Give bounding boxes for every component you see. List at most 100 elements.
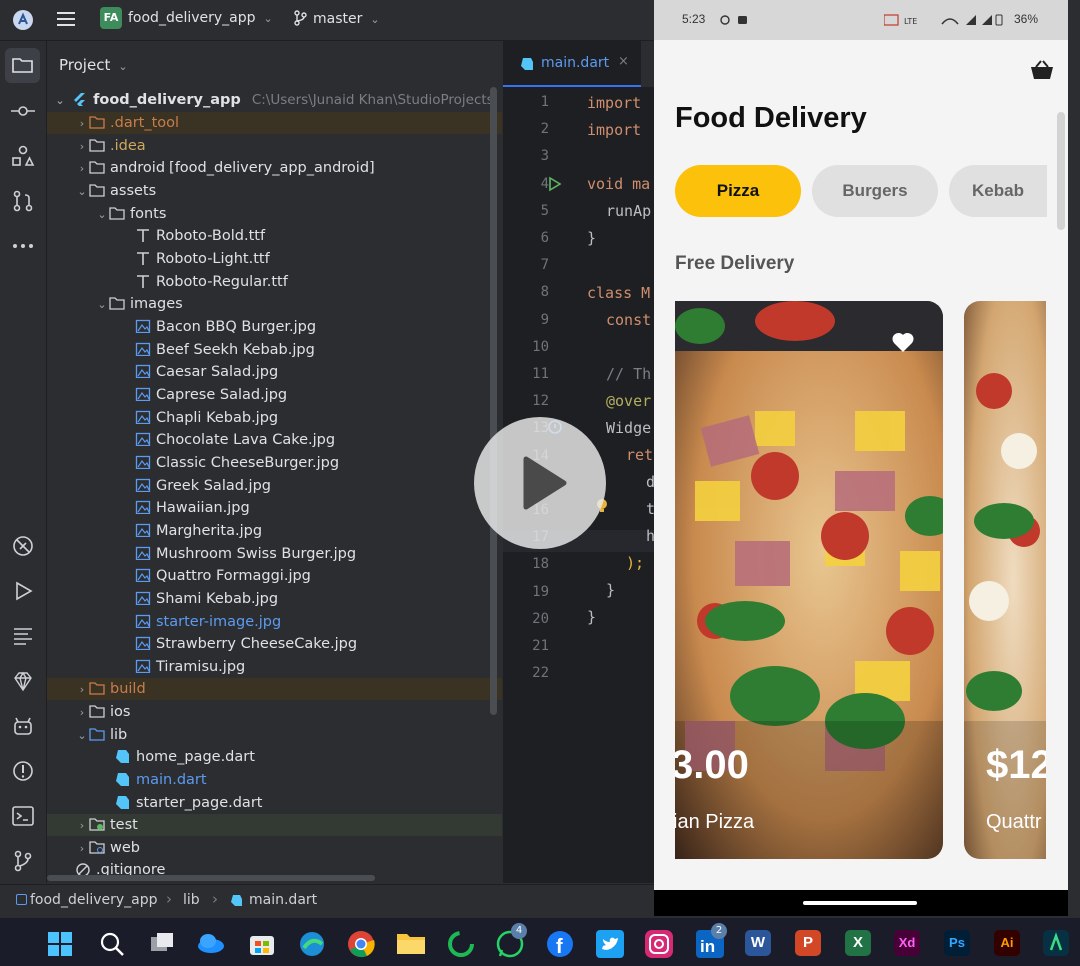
tree-item[interactable]: home_page.dart (47, 746, 502, 768)
home-gesture-bar[interactable] (803, 901, 917, 905)
powerpoint-icon[interactable]: P (795, 930, 821, 956)
tree-item[interactable]: Margherita.jpg (47, 520, 502, 542)
food-card[interactable]: $12 Quattr (964, 301, 1046, 859)
flutter-inspector-icon[interactable] (11, 534, 35, 558)
category-chip-pizza[interactable]: Pizza (675, 165, 801, 217)
breadcrumb-file[interactable]: main.dart (249, 892, 317, 908)
chevron-right-icon[interactable]: › (75, 815, 89, 837)
android-studio-taskbar-icon[interactable] (1043, 930, 1069, 956)
tree-item[interactable]: › test (47, 814, 502, 836)
breadcrumb-folder[interactable]: lib (183, 892, 200, 908)
adobe-xd-icon[interactable]: Xd (894, 930, 920, 956)
tree-item[interactable]: Caprese Salad.jpg (47, 384, 502, 406)
category-chip-kebab[interactable]: Kebab (949, 165, 1047, 217)
project-selector[interactable]: FA food_delivery_app ⌄ (100, 7, 273, 29)
chrome-icon[interactable] (347, 930, 375, 958)
tree-item[interactable]: › .dart_tool (47, 112, 502, 134)
tree-item[interactable]: Chocolate Lava Cake.jpg (47, 429, 502, 451)
tree-root[interactable]: ⌄ food_delivery_app C:\Users\Junaid Khan… (47, 89, 502, 111)
chevron-right-icon[interactable]: › (75, 113, 89, 135)
tree-item[interactable]: › build (47, 678, 502, 700)
tree-item[interactable]: Hawaiian.jpg (47, 497, 502, 519)
onedrive-icon[interactable] (197, 932, 225, 954)
chevron-right-icon[interactable]: › (75, 158, 89, 180)
main-menu-icon[interactable] (57, 10, 77, 28)
loading-app-icon[interactable] (447, 930, 475, 958)
chevron-right-icon[interactable]: › (75, 838, 89, 860)
tree-item[interactable]: › web (47, 837, 502, 859)
instagram-icon[interactable] (645, 930, 673, 958)
tree-item[interactable]: Quattro Formaggi.jpg (47, 565, 502, 587)
tree-item[interactable]: Roboto-Light.ttf (47, 248, 502, 270)
chevron-down-icon[interactable]: ⌄ (75, 725, 89, 747)
run-gutter-icon[interactable] (547, 176, 563, 192)
tree-item[interactable]: Classic CheeseBurger.jpg (47, 452, 502, 474)
breadcrumb-project[interactable]: food_delivery_app (30, 892, 158, 908)
tab-main-dart[interactable]: main.dart × (503, 41, 641, 87)
tree-item[interactable]: Greek Salad.jpg (47, 475, 502, 497)
tree-item[interactable]: starter_page.dart (47, 792, 502, 814)
tree-item[interactable]: Tiramisu.jpg (47, 656, 502, 678)
chevron-right-icon[interactable]: › (75, 702, 89, 724)
search-icon[interactable] (99, 931, 125, 957)
chevron-down-icon[interactable]: ⌄ (75, 181, 89, 203)
horizontal-scrollbar[interactable] (47, 875, 375, 881)
tree-item[interactable]: Mushroom Swiss Burger.jpg (47, 543, 502, 565)
tree-item[interactable]: Chapli Kebab.jpg (47, 407, 502, 429)
windows-start-icon[interactable] (48, 932, 72, 956)
whatsapp-button[interactable]: 4 (496, 923, 527, 958)
tree-item[interactable]: starter-image.jpg (47, 611, 502, 633)
structure-icon[interactable] (11, 144, 35, 168)
version-control-icon[interactable] (11, 849, 35, 873)
microsoft-store-icon[interactable] (249, 930, 275, 956)
tree-item[interactable]: Shami Kebab.jpg (47, 588, 502, 610)
android-bot-icon[interactable] (11, 714, 35, 738)
tree-item[interactable]: › android [food_delivery_app_android] (47, 157, 502, 179)
problems-icon[interactable] (11, 759, 35, 783)
chevron-right-icon[interactable]: › (75, 679, 89, 701)
linkedin-button[interactable]: in 2 (696, 923, 727, 958)
video-play-button[interactable] (474, 417, 606, 549)
edge-icon[interactable] (298, 930, 326, 958)
tree-item[interactable]: ⌄ fonts (47, 203, 502, 225)
illustrator-icon[interactable]: Ai (994, 930, 1020, 956)
word-icon[interactable]: W (745, 930, 771, 956)
excel-icon[interactable]: X (845, 930, 871, 956)
tree-item[interactable]: ⌄ images (47, 293, 502, 315)
branch-selector[interactable]: master ⌄ (293, 10, 380, 27)
task-view-icon[interactable] (149, 932, 175, 956)
commit-icon[interactable] (11, 99, 35, 123)
category-chip-burgers[interactable]: Burgers (812, 165, 938, 217)
heart-icon[interactable] (891, 331, 915, 353)
tree-item[interactable]: main.dart (47, 769, 502, 791)
project-tool-button[interactable] (5, 48, 40, 83)
vertical-scrollbar[interactable] (490, 87, 497, 715)
project-panel-header[interactable]: Project ⌄ (59, 56, 128, 74)
tree-item[interactable]: ⌄ lib (47, 724, 502, 746)
tree-item[interactable]: ⌄ assets (47, 180, 502, 202)
tree-item[interactable]: › ios (47, 701, 502, 723)
food-card[interactable]: 3.00 ian Pizza (675, 301, 943, 859)
chevron-right-icon[interactable]: › (75, 136, 89, 158)
gem-icon[interactable] (11, 669, 35, 693)
facebook-icon[interactable]: f (546, 930, 574, 958)
android-studio-icon[interactable] (12, 9, 34, 31)
tree-item[interactable]: Roboto-Regular.ttf (47, 271, 502, 293)
photoshop-icon[interactable]: Ps (944, 930, 970, 956)
basket-icon[interactable] (1030, 60, 1054, 80)
outline-icon[interactable] (11, 624, 35, 648)
tree-item[interactable]: Bacon BBQ Burger.jpg (47, 316, 502, 338)
chevron-down-icon[interactable]: ⌄ (95, 294, 109, 316)
tree-item[interactable]: Strawberry CheeseCake.jpg (47, 633, 502, 655)
pull-requests-icon[interactable] (11, 189, 35, 213)
twitter-icon[interactable] (596, 930, 624, 958)
terminal-icon[interactable] (11, 804, 35, 828)
run-icon[interactable] (11, 579, 35, 603)
tree-item[interactable]: Roboto-Bold.ttf (47, 225, 502, 247)
tree-item[interactable]: Caesar Salad.jpg (47, 361, 502, 383)
tree-item[interactable]: Beef Seekh Kebab.jpg (47, 339, 502, 361)
close-icon[interactable]: × (618, 54, 629, 69)
chevron-down-icon[interactable]: ⌄ (95, 204, 109, 226)
tree-item[interactable]: › .idea (47, 135, 502, 157)
more-icon[interactable] (11, 234, 35, 258)
